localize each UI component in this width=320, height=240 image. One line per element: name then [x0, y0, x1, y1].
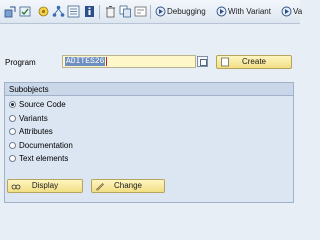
- with-variant-label: With Variant: [228, 7, 271, 16]
- variants-label: Va: [293, 7, 303, 16]
- text-cursor: [106, 57, 107, 66]
- program-input-value: ADITES26: [65, 57, 106, 66]
- radio-button[interactable]: [9, 101, 16, 108]
- radio-label: Variants: [19, 114, 48, 123]
- execute-icon: [155, 6, 166, 17]
- display-glasses-icon: [11, 184, 21, 190]
- toolbar-separator: [99, 5, 100, 19]
- where-used-icon[interactable]: [52, 5, 65, 18]
- pencil-icon: [96, 183, 104, 191]
- radio-label: Text elements: [19, 154, 69, 163]
- subobjects-title: Subobjects: [5, 83, 293, 96]
- radio-button[interactable]: [9, 155, 16, 162]
- object-tree-icon[interactable]: [67, 5, 80, 18]
- display-button[interactable]: Display: [7, 179, 83, 193]
- program-label: Program: [5, 58, 36, 67]
- object-list-icon[interactable]: [4, 5, 17, 18]
- radio-label: Documentation: [19, 141, 73, 150]
- radio-button[interactable]: [9, 115, 16, 122]
- variants-icon: [281, 6, 292, 17]
- toolbar-separator: [150, 5, 151, 19]
- variants-button[interactable]: Va: [281, 4, 302, 20]
- with-variant-button[interactable]: With Variant: [216, 4, 271, 20]
- copy-icon[interactable]: [119, 5, 132, 18]
- change-label: Change: [113, 181, 143, 190]
- program-input[interactable]: ADITES26: [62, 55, 196, 68]
- debugging-label: Debugging: [167, 7, 206, 16]
- rename-icon[interactable]: [134, 5, 147, 18]
- application-toolbar: Debugging With Variant Va: [0, 0, 302, 24]
- delete-icon[interactable]: [104, 5, 117, 18]
- value-help-button[interactable]: [197, 56, 208, 67]
- create-button[interactable]: Create: [216, 55, 292, 69]
- check-icon[interactable]: [19, 5, 32, 18]
- display-label: Display: [31, 181, 59, 190]
- radio-label: Attributes: [19, 127, 53, 136]
- create-icon: [221, 57, 229, 67]
- radio-button[interactable]: [9, 128, 16, 135]
- activate-icon[interactable]: [37, 5, 50, 18]
- info-icon[interactable]: [83, 5, 96, 18]
- subobjects-group: Subobjects Source Code Variants Attribut…: [4, 82, 294, 203]
- change-button[interactable]: Change: [91, 179, 165, 193]
- execute-variant-icon: [216, 6, 227, 17]
- radio-button[interactable]: [9, 142, 16, 149]
- create-label: Create: [241, 57, 266, 66]
- debugging-button[interactable]: Debugging: [155, 4, 206, 20]
- radio-label: Source Code: [19, 100, 66, 109]
